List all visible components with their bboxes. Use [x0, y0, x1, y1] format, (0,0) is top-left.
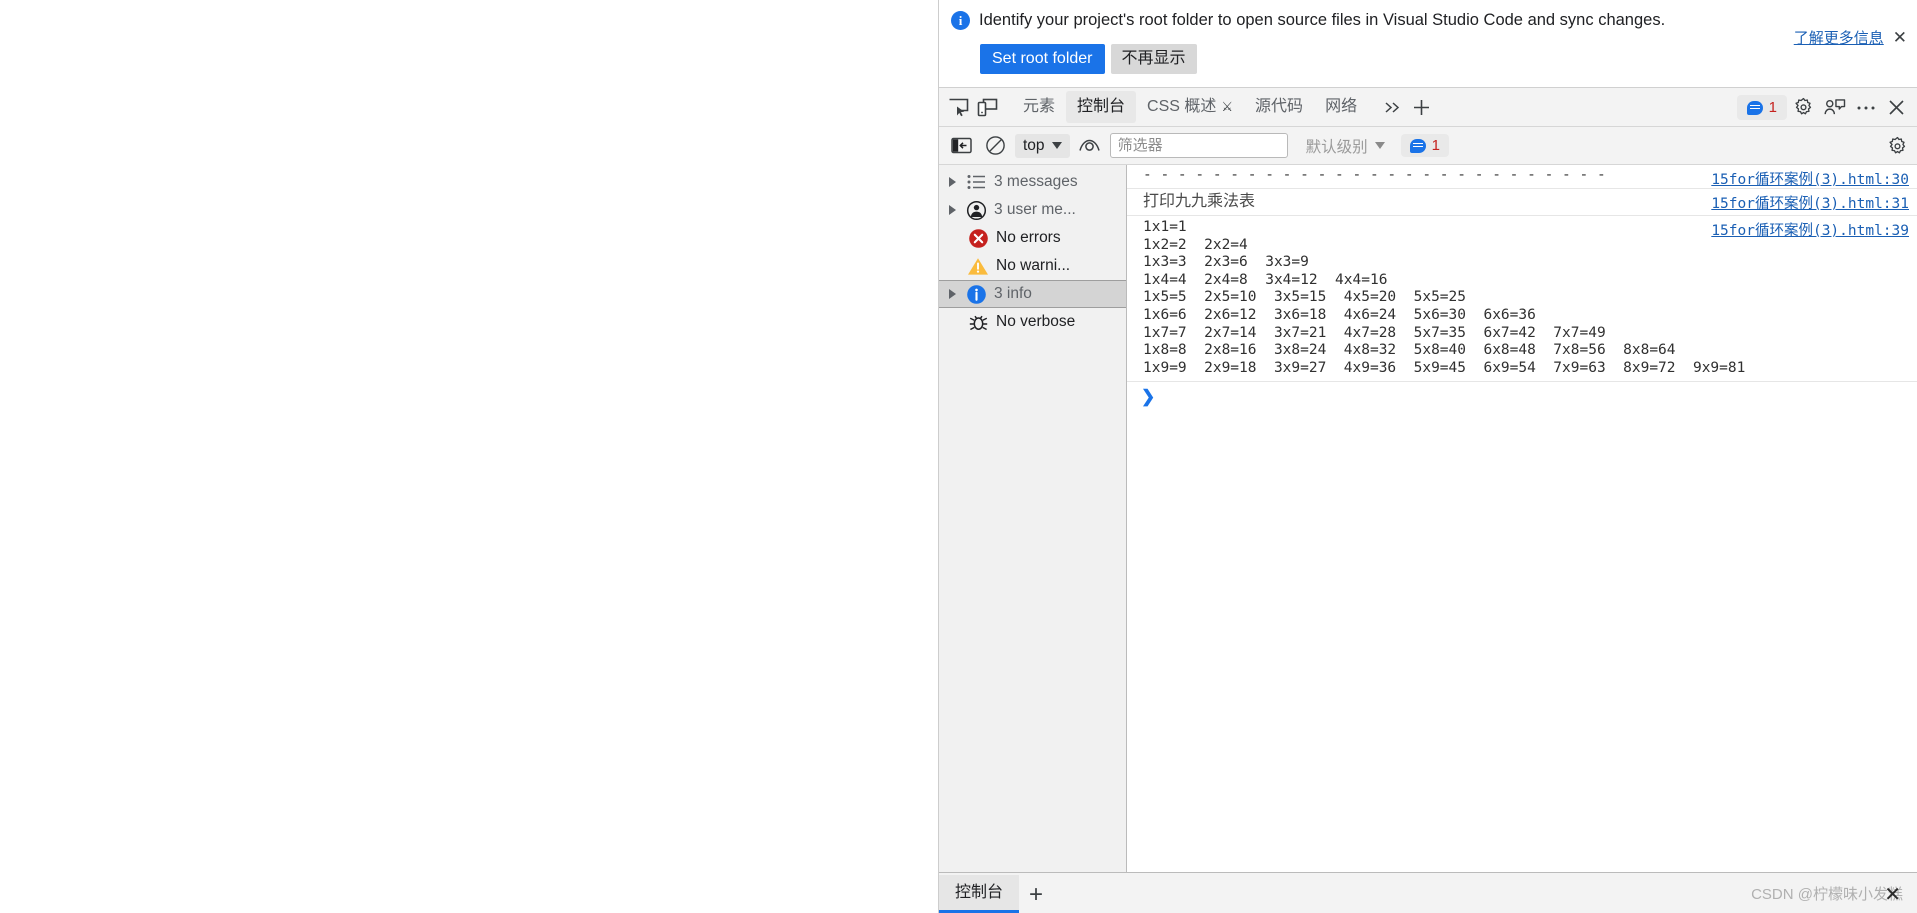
experiment-beaker-icon: ⚔ [1221, 99, 1234, 114]
issues-count: 1 [1768, 99, 1777, 116]
feedback-icon[interactable] [1820, 93, 1849, 122]
log-level-selector[interactable]: 默认级别 [1300, 132, 1391, 160]
console-sidebar: 3 messages 3 user me... No errors No war… [939, 165, 1127, 872]
console-message-source-link[interactable]: 15for循环案例(3).html:30 [1711, 168, 1909, 189]
clear-console-icon[interactable] [981, 133, 1009, 159]
sidebar-item-label: 3 messages [994, 173, 1078, 190]
sidebar-item-verbose[interactable]: No verbose [939, 308, 1126, 336]
tab-label: 源代码 [1255, 98, 1304, 115]
console-message-text: 1x1=1 1x2=2 2x2=4 1x3=3 2x3=6 3x3=9 1x4=… [1143, 219, 1746, 376]
sidebar-item-user-messages[interactable]: 3 user me... [939, 196, 1126, 224]
learn-more-link[interactable]: 了解更多信息 [1794, 27, 1884, 48]
eye-icon[interactable] [1076, 133, 1104, 159]
close-drawer-icon[interactable]: ✕ [1884, 885, 1901, 905]
settings-gear-icon[interactable] [1789, 93, 1818, 122]
more-options-icon[interactable] [1851, 93, 1880, 122]
info-icon [965, 283, 987, 305]
devtools-infobar: i Identify your project's root folder to… [939, 0, 1917, 88]
settings-gear-icon[interactable] [1883, 133, 1911, 159]
chevron-down-icon [1051, 142, 1062, 149]
error-icon [967, 227, 989, 249]
tab-label: 元素 [1023, 98, 1056, 115]
console-body: 3 messages 3 user me... No errors No war… [939, 165, 1917, 872]
issue-bubble-icon [1746, 100, 1763, 115]
close-icon[interactable]: ✕ [1893, 29, 1907, 46]
tab-sources[interactable]: 源代码 [1244, 91, 1314, 123]
console-message-source-link[interactable]: 15for循环案例(3).html:39 [1711, 219, 1909, 240]
console-toolbar: top 默认级别 1 [939, 127, 1917, 165]
sidebar-item-messages[interactable]: 3 messages [939, 168, 1126, 196]
set-root-folder-button[interactable]: Set root folder [980, 44, 1105, 74]
bug-icon [967, 311, 989, 333]
close-devtools-icon[interactable] [1882, 93, 1911, 122]
tab-label: CSS 概述 [1147, 98, 1217, 115]
execution-context-selector[interactable]: top [1015, 133, 1070, 158]
expand-triangle-icon[interactable] [949, 289, 956, 299]
tab-elements[interactable]: 元素 [1012, 91, 1066, 123]
tab-network[interactable]: 网络 [1314, 91, 1368, 123]
sidebar-item-label: 3 user me... [994, 201, 1076, 218]
user-icon [965, 199, 987, 221]
web-page-viewport[interactable] [0, 0, 938, 913]
tab-label: 网络 [1325, 98, 1358, 115]
issue-bubble-icon [1409, 138, 1426, 153]
sidebar-item-label: 3 info [994, 285, 1032, 302]
sidebar-item-info[interactable]: 3 info [939, 280, 1126, 308]
console-message-separator[interactable]: - - - - - - - - - - - - - - - - - - - - … [1127, 165, 1917, 189]
tab-console[interactable]: 控制台 [1066, 91, 1137, 123]
console-message-title[interactable]: 打印九九乘法表 15for循环案例(3).html:31 [1127, 189, 1917, 216]
drawer-tab-console[interactable]: 控制台 [939, 875, 1020, 913]
csdn-watermark: CSDN @柠檬味小发糕 [1751, 886, 1903, 903]
execution-context-label: top [1023, 136, 1045, 154]
console-message-multiplication-table[interactable]: 1x1=1 1x2=2 2x2=4 1x3=3 2x3=6 3x3=9 1x4=… [1127, 216, 1917, 383]
console-output[interactable]: - - - - - - - - - - - - - - - - - - - - … [1127, 165, 1917, 872]
device-toolbar-icon[interactable] [973, 93, 1002, 122]
chevron-down-icon [1374, 142, 1385, 149]
dont-show-again-button[interactable]: 不再显示 [1110, 44, 1197, 74]
more-tabs-icon[interactable] [1378, 93, 1407, 122]
tab-label: 控制台 [1077, 98, 1126, 115]
issues-badge[interactable]: 1 [1736, 95, 1787, 120]
add-drawer-tab-icon[interactable]: + [1019, 883, 1055, 913]
console-message-source-link[interactable]: 15for循环案例(3).html:31 [1711, 192, 1909, 213]
infobar-message: Identify your project's root folder to o… [979, 11, 1666, 29]
sidebar-item-label: No errors [996, 229, 1061, 246]
sidebar-item-warnings[interactable]: No warni... [939, 252, 1126, 280]
expand-triangle-icon[interactable] [949, 177, 956, 187]
prompt-arrow-icon: ❯ [1141, 387, 1156, 407]
log-level-label: 默认级别 [1305, 138, 1368, 156]
inspect-element-icon[interactable] [944, 93, 973, 122]
add-tab-icon[interactable] [1407, 93, 1436, 122]
console-prompt[interactable]: ❯ [1127, 382, 1917, 405]
sidebar-item-label: No warni... [996, 257, 1071, 274]
list-icon [965, 171, 987, 193]
issues-count: 1 [1431, 137, 1440, 154]
console-issues-badge[interactable]: 1 [1400, 134, 1449, 157]
devtools-panel: i Identify your project's root folder to… [938, 0, 1917, 913]
sidebar-item-label: No verbose [996, 313, 1076, 330]
warning-icon [967, 255, 989, 277]
console-sidebar-toggle-icon[interactable] [947, 133, 975, 159]
sidebar-item-errors[interactable]: No errors [939, 224, 1126, 252]
devtools-tabbar: 元素 控制台 CSS 概述 ⚔ 源代码 网络 1 [939, 88, 1917, 127]
tab-css-overview[interactable]: CSS 概述 ⚔ [1136, 91, 1244, 123]
info-circle-icon: i [951, 11, 970, 30]
filter-input[interactable] [1109, 133, 1288, 158]
devtools-drawer: 控制台 + CSDN @柠檬味小发糕 ✕ [939, 872, 1917, 913]
expand-triangle-icon[interactable] [949, 205, 956, 215]
